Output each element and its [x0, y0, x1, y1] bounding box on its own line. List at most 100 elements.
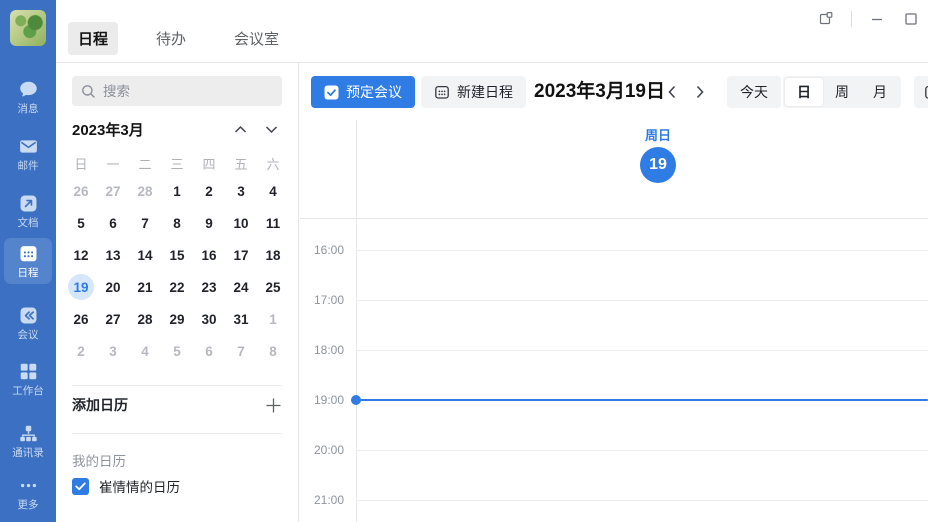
- panel-divider: [72, 433, 282, 434]
- rail-item-more[interactable]: 更多: [4, 470, 52, 516]
- mini-calendar-day[interactable]: 17: [225, 239, 257, 271]
- mini-calendar-day[interactable]: 31: [225, 303, 257, 335]
- tab-schedule[interactable]: 日程: [68, 22, 118, 55]
- mini-calendar-day[interactable]: 5: [65, 207, 97, 239]
- mini-calendar-day[interactable]: 22: [161, 271, 193, 303]
- mini-calendar-day[interactable]: 8: [257, 335, 289, 367]
- mini-calendar-day[interactable]: 2: [193, 175, 225, 207]
- mini-calendar-day[interactable]: 9: [193, 207, 225, 239]
- tab-todo[interactable]: 待办: [146, 22, 196, 55]
- mini-calendar-day[interactable]: 30: [193, 303, 225, 335]
- search-input[interactable]: [103, 84, 263, 99]
- mini-calendar-day[interactable]: 7: [129, 207, 161, 239]
- new-event-button[interactable]: 新建日程: [421, 76, 526, 108]
- mini-calendar-day[interactable]: 27: [97, 303, 129, 335]
- mini-calendar-day[interactable]: 1: [161, 175, 193, 207]
- mini-calendar-day[interactable]: 3: [225, 175, 257, 207]
- mini-calendar-day[interactable]: 28: [129, 303, 161, 335]
- mini-calendar-day[interactable]: 3: [97, 335, 129, 367]
- search-icon: [81, 84, 96, 99]
- view-option-周[interactable]: 周: [823, 78, 861, 106]
- hour-gridline: [357, 450, 928, 451]
- rail-item-label: 文档: [18, 217, 39, 229]
- mini-calendar-day[interactable]: 29: [161, 303, 193, 335]
- mini-calendar-day[interactable]: 26: [65, 303, 97, 335]
- mini-calendar-row: 567891011: [65, 207, 289, 239]
- mini-calendar-row: 12131415161718: [65, 239, 289, 271]
- search-box[interactable]: [72, 76, 282, 106]
- rail-item-calendar[interactable]: 日程: [4, 238, 52, 284]
- mini-calendar-day[interactable]: 4: [257, 175, 289, 207]
- meeting-icon: [18, 305, 39, 326]
- rail-item-mail[interactable]: 邮件: [4, 131, 52, 177]
- window-controls: [817, 10, 920, 28]
- chat-icon: [18, 79, 39, 100]
- rail-item-workspace[interactable]: 工作台: [4, 356, 52, 402]
- panel-divider: [72, 385, 282, 386]
- weekday-label: 三: [161, 151, 193, 175]
- mini-calendar-day[interactable]: 16: [193, 239, 225, 271]
- today-button[interactable]: 今天: [727, 76, 781, 108]
- dots-icon: [18, 475, 39, 496]
- mini-calendar-day-selected[interactable]: 19: [65, 271, 97, 303]
- minimize-button[interactable]: [868, 10, 886, 28]
- popout-icon[interactable]: [817, 10, 835, 28]
- plus-icon[interactable]: [265, 397, 282, 414]
- next-month-icon[interactable]: [265, 125, 278, 134]
- maximize-button[interactable]: [902, 10, 920, 28]
- rail-item-label: 通讯录: [12, 447, 44, 459]
- mini-calendar-day[interactable]: 13: [97, 239, 129, 271]
- mini-calendar-day[interactable]: 24: [225, 271, 257, 303]
- tab-rooms[interactable]: 会议室: [224, 22, 289, 55]
- hour-gridline: [357, 500, 928, 501]
- avatar[interactable]: [10, 10, 46, 46]
- calendar-checkbox-checked[interactable]: [72, 478, 89, 495]
- mini-calendar-day[interactable]: 12: [65, 239, 97, 271]
- top-bar: 日程待办会议室: [56, 0, 928, 63]
- mini-calendar-day[interactable]: 21: [129, 271, 161, 303]
- rail-item-messages[interactable]: 消息: [4, 74, 52, 120]
- prev-month-icon[interactable]: [234, 125, 247, 134]
- mini-calendar-day[interactable]: 2: [65, 335, 97, 367]
- mini-calendar-day[interactable]: 10: [225, 207, 257, 239]
- mini-calendar-day[interactable]: 7: [225, 335, 257, 367]
- view-option-日-selected[interactable]: 日: [785, 78, 823, 106]
- hour-label: 16:00: [300, 242, 344, 258]
- book-meeting-label: 预定会议: [346, 82, 402, 102]
- mini-calendar-day[interactable]: 27: [97, 175, 129, 207]
- mini-calendar-day[interactable]: 6: [97, 207, 129, 239]
- prev-day-icon[interactable]: [660, 79, 684, 105]
- mini-calendar-day[interactable]: 26: [65, 175, 97, 207]
- book-meeting-button[interactable]: 预定会议: [311, 76, 415, 108]
- mini-calendar-day[interactable]: 4: [129, 335, 161, 367]
- mini-calendar-day[interactable]: 20: [97, 271, 129, 303]
- rail-item-label: 更多: [18, 499, 39, 511]
- add-calendar-row[interactable]: 添加日历: [72, 395, 282, 415]
- mini-calendar-day[interactable]: 28: [129, 175, 161, 207]
- rail-item-meeting[interactable]: 会议: [4, 300, 52, 346]
- current-time-dot: [351, 395, 361, 405]
- next-day-icon[interactable]: [688, 79, 712, 105]
- hour-gridline: [357, 300, 928, 301]
- mini-calendar-day[interactable]: 8: [161, 207, 193, 239]
- day-header-separator: [300, 218, 928, 219]
- mini-calendar-day[interactable]: 5: [161, 335, 193, 367]
- rail-item-contacts[interactable]: 通讯录: [4, 418, 52, 464]
- room-view-button[interactable]: [914, 76, 928, 108]
- view-option-月[interactable]: 月: [861, 78, 899, 106]
- mini-calendar-day[interactable]: 1: [257, 303, 289, 335]
- mini-calendar-day[interactable]: 15: [161, 239, 193, 271]
- time-gutter-line: [356, 120, 357, 522]
- mini-calendar-day[interactable]: 6: [193, 335, 225, 367]
- mini-calendar-day[interactable]: 14: [129, 239, 161, 271]
- mini-calendar-day[interactable]: 23: [193, 271, 225, 303]
- rail-item-label: 邮件: [18, 160, 39, 172]
- rail-item-docs[interactable]: 文档: [4, 188, 52, 234]
- mini-calendar-day[interactable]: 18: [257, 239, 289, 271]
- mini-calendar-day[interactable]: 25: [257, 271, 289, 303]
- calendar-list-item[interactable]: 崔情情的日历: [72, 475, 282, 497]
- today-label: 今天: [740, 82, 768, 102]
- mini-calendar-row: 2345678: [65, 335, 289, 367]
- day-number-badge[interactable]: 19: [640, 147, 676, 183]
- mini-calendar-day[interactable]: 11: [257, 207, 289, 239]
